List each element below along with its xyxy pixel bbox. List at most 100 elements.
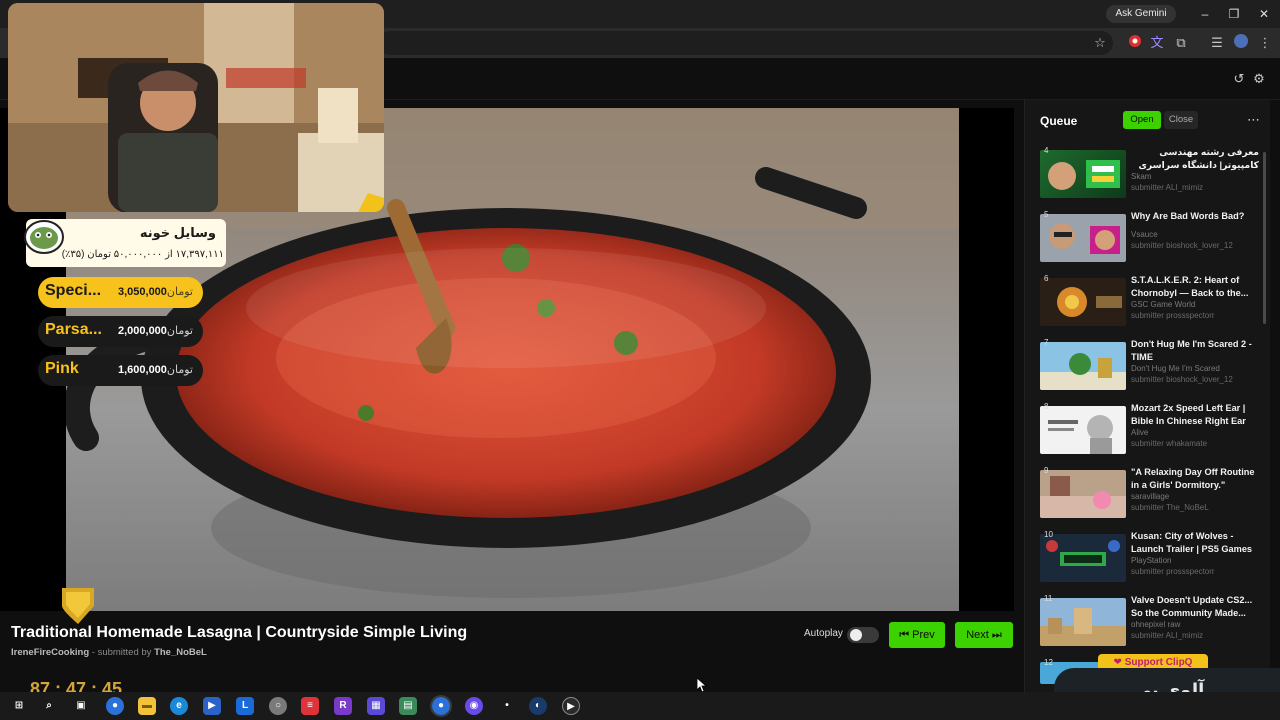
steam-icon[interactable]: ◐ [529, 697, 547, 715]
media-player-icon[interactable]: ▶ [562, 697, 580, 715]
queue-item[interactable]: 11 Valve Doesn't Update CS2... So the Co… [1040, 594, 1260, 650]
queue-item-title: معرفی رشته مهندسی کامپیوتر| دانشگاه سراس… [1138, 147, 1259, 170]
top-donor-2: Parsa... تومان2,000,000 [38, 316, 203, 347]
queue-item-title: Why Are Bad Words Bad? [1131, 211, 1245, 221]
bookmark-star-icon[interactable]: ☆ [1091, 34, 1109, 52]
queue-item-title: Valve Doesn't Update CS2... So the Commu… [1131, 595, 1253, 618]
queue-thumbnail [1040, 406, 1126, 454]
queue-item-title: S.T.A.L.K.E.R. 2: Heart of Chornobyl — B… [1131, 275, 1249, 298]
app-r-icon[interactable]: R [334, 697, 352, 715]
queue-thumbnail [1040, 598, 1126, 646]
app-purple-icon[interactable]: ▦ [367, 697, 385, 715]
app-green-icon[interactable]: ▤ [399, 697, 417, 715]
video-meta: IreneFireCooking - submitted by The_NoBe… [11, 647, 207, 658]
top-donor-1: Speci... تومان3,050,000 [38, 277, 203, 308]
queue-item-channel: ohnepixel raw [1131, 620, 1181, 629]
app-dot-icon[interactable]: • [498, 697, 516, 715]
queue-more-icon[interactable]: ⋯ [1247, 112, 1260, 128]
queue-item-title: Don't Hug Me I'm Scared 2 - TIME [1131, 339, 1252, 362]
app-red-icon[interactable]: ≡ [301, 697, 319, 715]
donor-amount: تومان3,050,000 [117, 286, 193, 298]
extension-red-icon[interactable] [1126, 34, 1144, 52]
prev-button[interactable]: ⏮ Prev [889, 622, 945, 648]
translate-extension-icon[interactable]: 文 [1148, 34, 1166, 52]
close-icon[interactable]: ✕ [1255, 5, 1273, 23]
profile-avatar-icon[interactable] [1232, 34, 1250, 52]
queue-item-title: Mozart 2x Speed Left Ear | Bible In Chin… [1131, 403, 1246, 426]
donor-amount: تومان2,000,000 [117, 325, 193, 337]
next-button[interactable]: Next ⏭ [955, 622, 1013, 648]
app-blue-icon[interactable]: ▶ [203, 697, 221, 715]
history-icon[interactable]: ↺ [1230, 70, 1248, 88]
queue-item[interactable]: 8 Mozart 2x Speed Left Ear | Bible In Ch… [1040, 402, 1260, 458]
queue-item-channel: Alive [1131, 428, 1149, 437]
windows-taskbar [0, 692, 1280, 720]
windows-start-icon[interactable]: ⊞ [10, 697, 28, 715]
queue-thumbnail [1040, 278, 1126, 326]
queue-item-submitter: submitter ALI_mimiz [1131, 183, 1204, 192]
task-view-icon[interactable]: ▣ [72, 697, 90, 715]
submitter-name[interactable]: The_NoBeL [154, 647, 207, 658]
autoplay-label: Autoplay [804, 628, 843, 639]
goal-progress-text: ۱۷,۳۹۷,۱۱۱ از ۵۰,۰۰۰,۰۰۰ تومان (۳۵٪) [61, 249, 224, 260]
gold-shield-badge-icon [60, 584, 96, 624]
ask-gemini-button[interactable]: Ask Gemini [1106, 5, 1176, 23]
queue-item-submitter: submitter The_NoBeL [1131, 503, 1209, 512]
browser-menu-icon[interactable]: ⋮ [1256, 34, 1274, 52]
app-l-icon[interactable]: L [236, 697, 254, 715]
queue-item-channel: Don't Hug Me I'm Scared [1131, 364, 1220, 373]
queue-item-submitter: submitter bioshock_lover_12 [1131, 375, 1233, 384]
queue-item[interactable]: 5 Why Are Bad Words Bad? Vsauce submitte… [1040, 210, 1260, 266]
queue-item-submitter: submitter ALI_mimiz [1131, 631, 1204, 640]
queue-thumbnail [1040, 214, 1126, 262]
queue-close-button[interactable]: Close [1164, 111, 1198, 129]
queue-open-button[interactable]: Open [1123, 111, 1161, 129]
queue-thumbnail [1040, 470, 1126, 518]
heart-icon: ❤ [1113, 657, 1125, 668]
donation-goal-widget: وسایل خونه ۱۷,۳۹۷,۱۱۱ از ۵۰,۰۰۰,۰۰۰ توما… [24, 219, 226, 267]
reading-list-icon[interactable]: ☰ [1208, 34, 1226, 52]
address-bar[interactable] [378, 31, 1113, 55]
chrome-icon[interactable]: ● [106, 697, 124, 715]
queue-item-channel: PlayStation [1131, 556, 1172, 565]
queue-item-channel: saravillage [1131, 492, 1170, 501]
search-icon[interactable]: ⌕ [40, 697, 58, 715]
queue-item-channel: GSC Game World [1131, 300, 1196, 309]
queue-item-submitter: submitter prossspectorr [1131, 311, 1215, 320]
prev-icon: ⏮ [899, 629, 913, 641]
queue-item[interactable]: 7 Don't Hug Me I'm Scared 2 - TIME Don't… [1040, 338, 1260, 394]
queue-scrollbar[interactable] [1263, 152, 1266, 324]
settings-sliders-icon[interactable]: ⚙ [1250, 70, 1268, 88]
donor-amount: تومان1,600,000 [117, 364, 193, 376]
queue-title: Queue [1040, 114, 1078, 128]
channel-name[interactable]: IreneFireCooking [11, 647, 89, 658]
next-icon: ⏭ [988, 629, 1002, 641]
queue-item-title: "A Relaxing Day Off Routine in a Girls' … [1131, 467, 1255, 490]
goal-title: وسایل خونه [139, 225, 216, 240]
autoplay-toggle[interactable] [847, 627, 879, 643]
queue-item[interactable]: 9 "A Relaxing Day Off Routine in a Girls… [1040, 466, 1260, 522]
queue-thumbnail [1040, 150, 1126, 198]
streamer-webcam [8, 3, 384, 212]
extensions-puzzle-icon[interactable]: ⧉ [1172, 34, 1190, 52]
queue-item-submitter: submitter whakamate [1131, 439, 1208, 448]
restore-icon[interactable]: ❐ [1225, 5, 1243, 23]
edge-icon[interactable]: e [170, 697, 188, 715]
donor-name: Speci... [45, 282, 102, 299]
video-title: Traditional Homemade Lasagna | Countrysi… [11, 624, 468, 641]
mouse-cursor-icon [696, 677, 708, 697]
donor-name: Pink [45, 360, 79, 377]
app-circle-icon[interactable]: ○ [269, 697, 287, 715]
queue-thumbnail [1040, 342, 1126, 390]
chrome-active-icon[interactable]: ● [430, 695, 452, 717]
file-explorer-icon[interactable]: ▬ [138, 697, 156, 715]
queue-item-submitter: submitter prossspectorr [1131, 567, 1215, 576]
minimize-icon[interactable]: – [1196, 5, 1214, 23]
queue-item[interactable]: 4 معرفی رشته مهندسی کامپیوتر| دانشگاه سر… [1040, 146, 1260, 202]
queue-item[interactable]: 10 Kusan: City of Wolves - Launch Traile… [1040, 530, 1260, 586]
top-donor-3: Pink تومان1,600,000 [38, 355, 203, 386]
donor-name: Parsa... [45, 321, 102, 338]
queue-item[interactable]: 6 S.T.A.L.K.E.R. 2: Heart of Chornobyl —… [1040, 274, 1260, 330]
app-discord-icon[interactable]: ◉ [465, 697, 483, 715]
queue-item-channel: Skam [1131, 172, 1152, 181]
